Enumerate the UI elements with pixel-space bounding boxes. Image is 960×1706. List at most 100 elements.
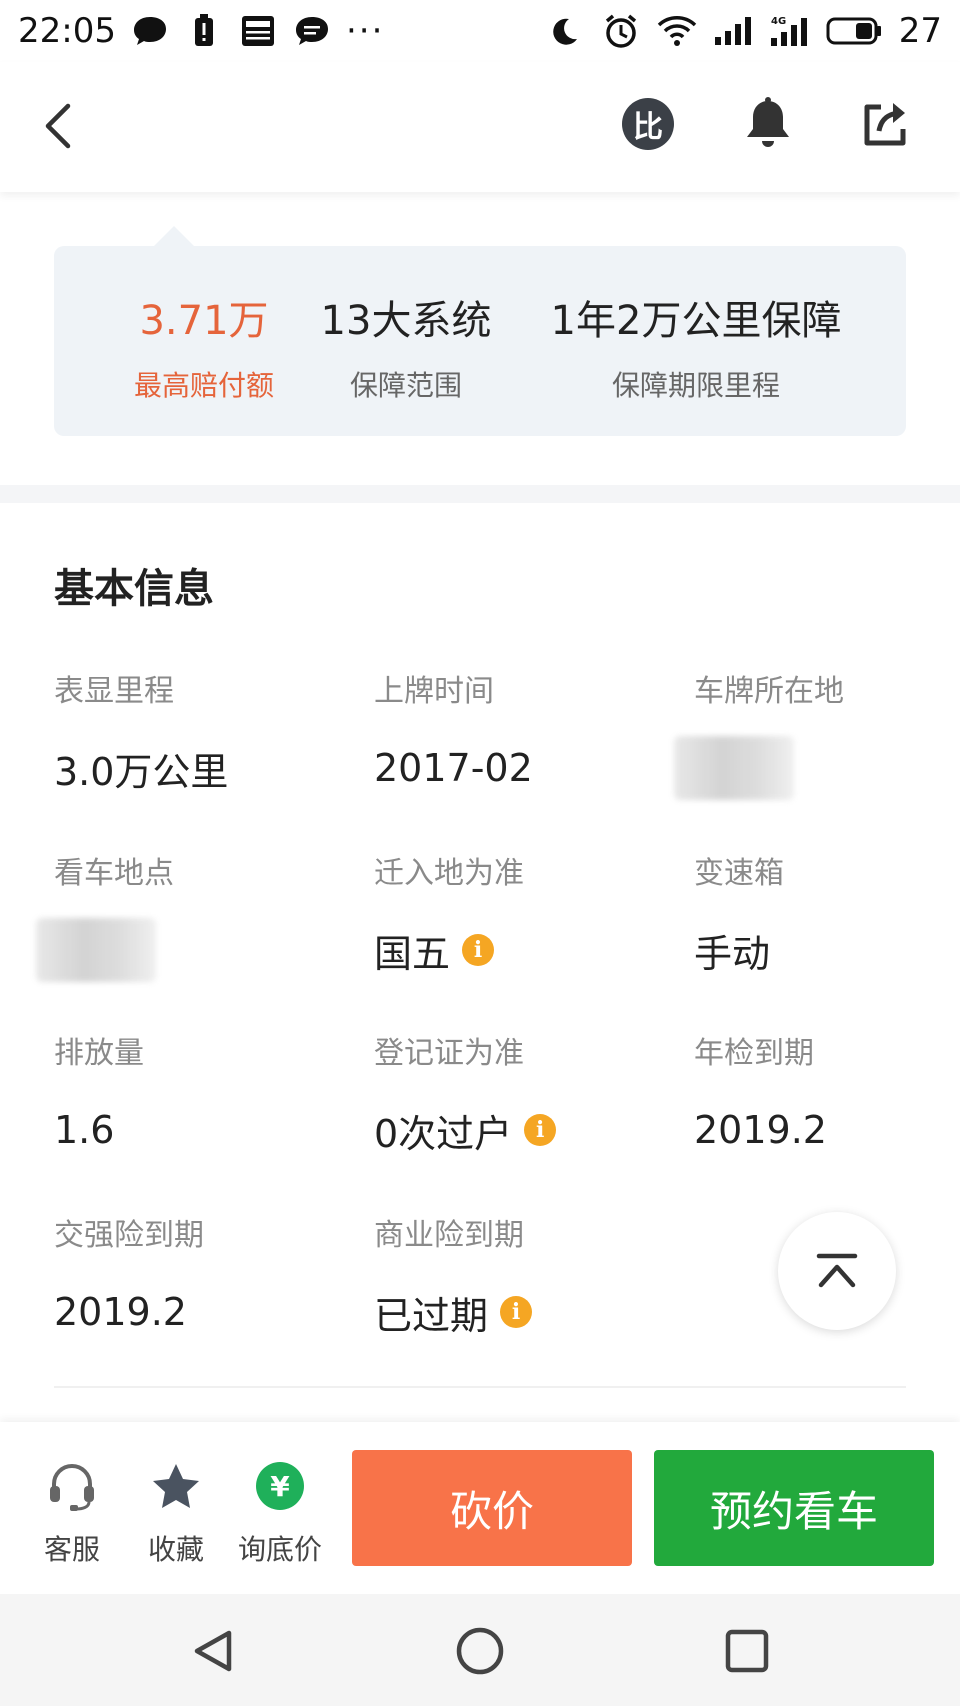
signal-icon — [713, 13, 753, 49]
lowest-price-button[interactable]: ¥ 询底价 — [230, 1458, 330, 1568]
alarm-icon — [601, 13, 641, 49]
back-button[interactable] — [32, 98, 82, 154]
card-notch — [154, 226, 194, 246]
nav-home-button[interactable] — [445, 1616, 515, 1686]
info-inspection-expiry: 年检到期 2019.2 — [694, 1028, 960, 1154]
customer-service-button[interactable]: 客服 — [22, 1458, 122, 1568]
compare-icon: 比 — [622, 98, 674, 150]
headset-icon — [50, 1464, 94, 1511]
info-value-text: 国五 — [374, 931, 451, 976]
info-value: 0次过户 i — [374, 1106, 674, 1156]
guarantee-scope: 13大系统 保障范围 — [306, 288, 506, 404]
info-viewing-location: 看车地点 — [36, 848, 354, 982]
square-recents-icon — [725, 1629, 769, 1673]
info-value-text: 0次过户 — [374, 1111, 513, 1156]
info-icon[interactable]: i — [462, 934, 495, 966]
chat-bubble-icon — [130, 13, 170, 49]
guarantee-card: 3.71万 最高赔付额 13大系统 保障范围 1年2万公里保障 保障期限里程 — [54, 226, 906, 436]
info-mileage: 表显里程 3.0万公里 — [54, 666, 354, 794]
moon-icon — [545, 13, 585, 49]
info-value-text: 已过期 — [374, 1293, 489, 1338]
share-button[interactable] — [856, 94, 916, 154]
info-registration-date: 上牌时间 2017-02 — [374, 666, 674, 792]
info-value: 已过期 i — [374, 1288, 674, 1338]
status-time: 22:05 — [18, 11, 116, 51]
info-label: 变速箱 — [694, 856, 784, 891]
divider — [54, 1386, 906, 1388]
section-separator — [0, 485, 960, 503]
nav-recent-apps-button[interactable] — [712, 1616, 782, 1686]
info-commercial-insurance: 商业险到期 已过期 i — [374, 1210, 674, 1338]
guarantee-max-payout: 3.71万 最高赔付额 — [114, 288, 294, 404]
info-label: 迁入地为准 — [374, 856, 524, 891]
top-header: 比 — [0, 62, 960, 192]
info-value: 2019.2 — [54, 1288, 354, 1336]
blurred-value — [36, 918, 156, 982]
guarantee-period: 1年2万公里保障 保障期限里程 — [516, 288, 876, 404]
info-emission-standard: 迁入地为准 国五 i — [374, 848, 674, 976]
favorite-button[interactable]: 收藏 — [126, 1458, 226, 1568]
guarantee-value: 1年2万公里保障 — [550, 298, 842, 344]
info-value — [674, 736, 960, 800]
arrow-up-to-top-icon — [816, 1253, 858, 1288]
info-label: 交强险到期 — [54, 1218, 204, 1253]
info-value: 1.6 — [54, 1106, 354, 1154]
favorite-label: 收藏 — [147, 1533, 204, 1566]
signal-4g-icon: 4G — [769, 13, 809, 49]
customer-service-label: 客服 — [43, 1533, 100, 1566]
bargain-button[interactable]: 砍价 — [352, 1450, 632, 1566]
wifi-icon — [657, 13, 697, 49]
basic-info-title: 基本信息 — [54, 566, 214, 612]
nav-back-button[interactable] — [178, 1616, 248, 1686]
info-transfer-count: 登记证为准 0次过户 i — [374, 1028, 674, 1156]
info-label: 看车地点 — [54, 856, 174, 891]
info-label: 商业险到期 — [374, 1218, 524, 1253]
info-value: 国五 i — [374, 926, 674, 976]
battery-icon — [825, 13, 883, 49]
info-label: 车牌所在地 — [694, 674, 844, 709]
bell-icon — [747, 97, 789, 147]
info-label: 表显里程 — [54, 674, 174, 709]
info-compulsory-insurance: 交强险到期 2019.2 — [54, 1210, 354, 1336]
info-value: 2017-02 — [374, 744, 674, 792]
blurred-value — [674, 736, 794, 800]
info-value-text: 2017-02 — [374, 746, 533, 790]
notification-button[interactable] — [738, 94, 798, 154]
guarantee-label: 保障范围 — [349, 369, 462, 402]
info-value-text: 2019.2 — [54, 1290, 187, 1334]
info-value-text: 2019.2 — [694, 1108, 827, 1152]
status-bar: 22:05 ··· 4G 27 — [0, 0, 960, 62]
info-value-text: 3.0万公里 — [54, 749, 229, 794]
circle-home-icon — [456, 1627, 504, 1675]
info-label: 排放量 — [54, 1036, 144, 1071]
info-value: 手动 — [694, 926, 960, 976]
scroll-to-top-button[interactable] — [778, 1212, 896, 1330]
info-icon[interactable]: i — [500, 1296, 533, 1328]
star-icon — [153, 1464, 199, 1508]
compare-button[interactable]: 比 — [618, 94, 678, 154]
info-value-text: 1.6 — [54, 1108, 115, 1152]
chevron-left-icon — [45, 103, 71, 149]
info-icon[interactable]: i — [524, 1114, 557, 1146]
guarantee-value: 13大系统 — [320, 298, 492, 344]
info-value-text: 手动 — [694, 931, 771, 976]
bottom-action-bar: 客服 收藏 ¥ 询底价 砍价 预约看车 — [0, 1422, 960, 1594]
message-icon — [292, 13, 332, 49]
more-notifications-icon: ··· — [345, 11, 385, 51]
info-label: 年检到期 — [694, 1036, 814, 1071]
guarantee-label: 保障期限里程 — [611, 369, 780, 402]
book-viewing-button[interactable]: 预约看车 — [654, 1450, 934, 1566]
news-icon — [238, 13, 278, 49]
guarantee-value: 3.71万 — [139, 298, 269, 344]
info-transmission: 变速箱 手动 — [694, 848, 960, 976]
battery-alert-icon — [184, 13, 224, 49]
info-displacement: 排放量 1.6 — [54, 1028, 354, 1154]
info-label: 登记证为准 — [374, 1036, 524, 1071]
share-icon — [864, 103, 906, 146]
system-nav-bar — [0, 1594, 960, 1706]
guarantee-label: 最高赔付额 — [133, 369, 274, 402]
info-label: 上牌时间 — [374, 674, 494, 709]
info-value: 3.0万公里 — [54, 744, 354, 794]
triangle-back-icon — [194, 1630, 232, 1672]
info-value — [36, 918, 354, 982]
